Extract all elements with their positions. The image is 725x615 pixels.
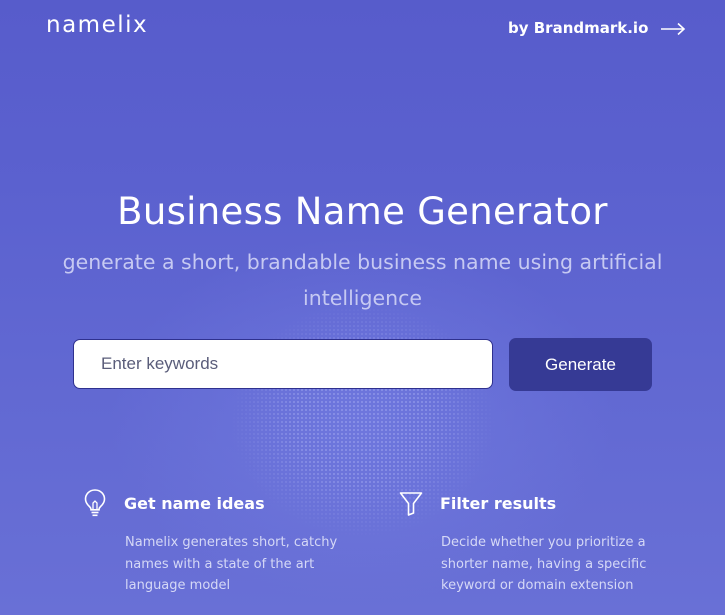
generate-button[interactable]: Generate [509,338,652,391]
brandmark-link-label: by Brandmark.io [508,19,649,37]
feature-header: Get name ideas [82,488,342,518]
lightbulb-icon [82,488,108,518]
page-title: Business Name Generator [117,190,608,233]
feature-title: Filter results [440,493,557,513]
feature-title: Get name ideas [124,493,265,513]
feature-description: Decide whether you prioritize a shorter … [441,535,647,593]
logo[interactable]: namelix [46,12,148,38]
header: namelix by Brandmark.io [0,0,725,60]
feature-description: Namelix generates short, catchy names wi… [125,535,338,593]
keywords-input[interactable] [73,339,493,389]
filter-icon [398,488,424,518]
feature-get-name-ideas: Get name ideas Namelix generates short, … [82,488,342,597]
feature-filter-results: Filter results Decide whether you priori… [398,488,658,597]
feature-header: Filter results [398,488,658,518]
page-subtitle: generate a short, brandable business nam… [62,250,663,310]
arrow-right-icon [660,21,686,36]
brandmark-link[interactable]: by Brandmark.io [508,19,686,37]
